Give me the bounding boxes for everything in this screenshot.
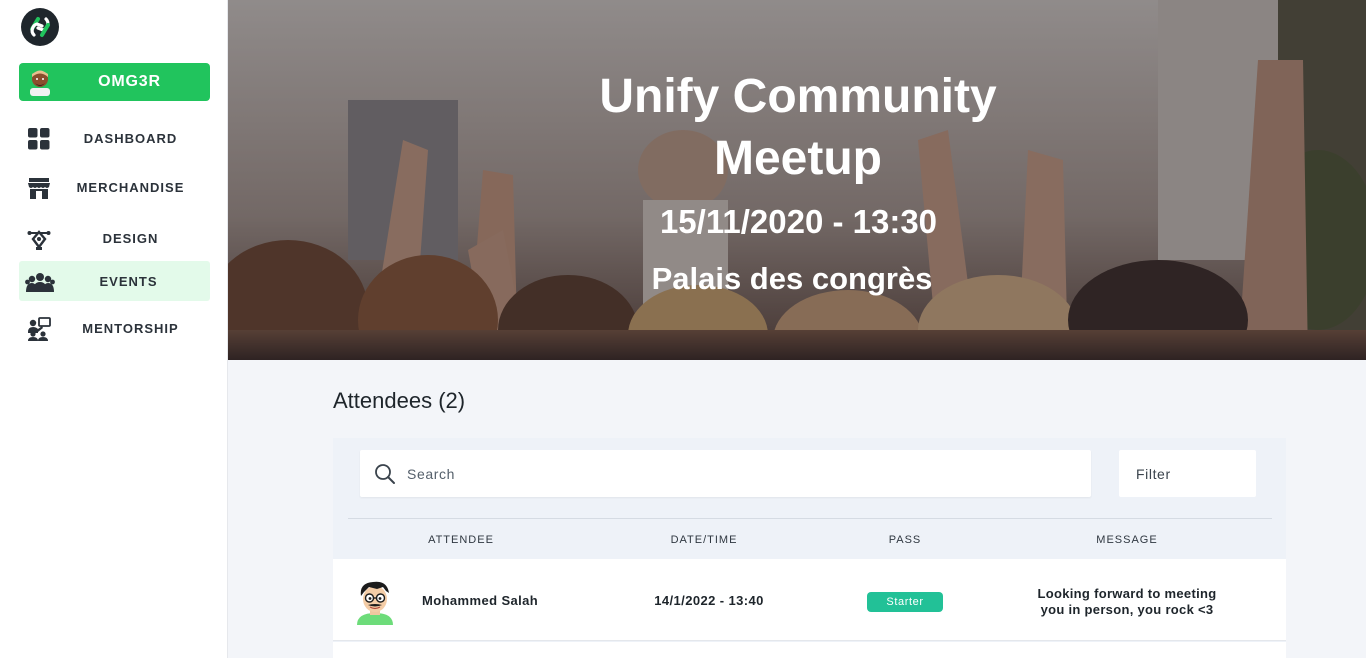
sidebar-item-design[interactable]: DESIGN [19,218,210,258]
sidebar-item-mentorship[interactable]: MENTORSHIP [19,308,210,348]
people-group-icon [25,273,55,292]
app-logo[interactable] [21,8,59,46]
column-header-datetime[interactable]: DATE/TIME [654,534,754,546]
event-venue: Palais des congrès [651,261,933,296]
sidebar-item-merchandise[interactable]: MERCHANDISE [19,167,210,207]
event-datetime: 15/11/2020 - 13:30 [659,203,938,240]
search-box[interactable] [360,450,1091,497]
sidebar-item-dashboard[interactable]: DASHBOARD [19,118,210,158]
table-divider [348,518,1272,519]
column-header-pass[interactable]: PASS [855,534,955,546]
store-icon [28,178,50,199]
search-input[interactable] [407,465,1067,482]
attendee-avatar [357,581,393,625]
sidebar-item-events[interactable]: EVENTS [19,261,210,301]
column-header-message[interactable]: MESSAGE [1077,534,1177,546]
filter-dropdown[interactable]: Filter [1119,450,1256,497]
attendee-datetime: 14/1/2022 - 13:40 [654,593,764,608]
search-icon [375,464,395,484]
filter-label: Filter [1136,465,1171,482]
user-profile-button[interactable]: OMG3R [19,63,210,101]
sidebar: OMG3R DASHBOARD MERCHANDISE DESIGN EVENT… [0,0,228,658]
attendees-heading: Attendees (2) [333,388,466,413]
event-hero-banner: Unify Community Meetup 15/11/2020 - 13:3… [228,0,1366,360]
column-header-attendee[interactable]: ATTENDEE [411,534,511,546]
pass-badge: Starter [867,592,943,612]
table-row[interactable]: Mohammed Salah 14/1/2022 - 13:40 Starter… [333,559,1286,641]
unify-logo-icon [30,17,50,37]
attendee-name[interactable]: Mohammed Salah [422,593,538,608]
dashboard-icon [28,128,50,150]
attendees-panel: Filter ATTENDEE DATE/TIME PASS MESSAGE M… [333,438,1286,658]
attendee-message: Looking forward to meeting you in person… [1037,586,1217,617]
table-row[interactable] [333,642,1286,658]
event-title: Unify Community Meetup [599,70,997,185]
design-pen-icon [27,230,51,250]
mentorship-icon [28,317,51,341]
user-avatar-icon [30,70,50,96]
